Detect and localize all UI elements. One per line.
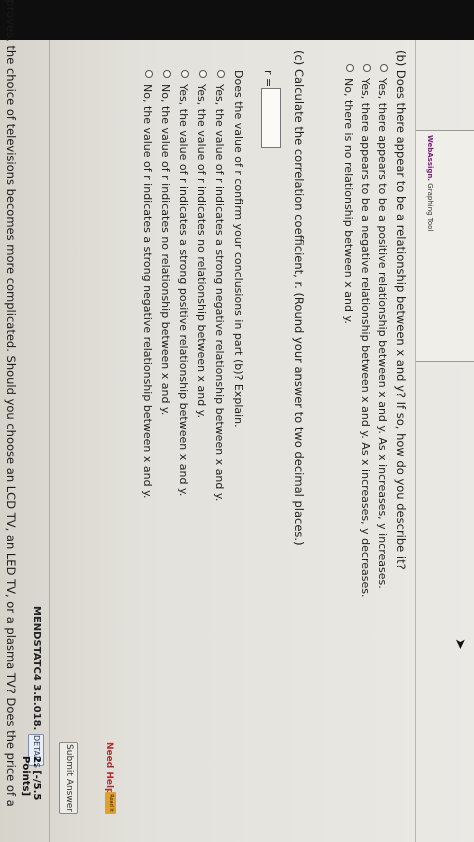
question-code: MENDSTATC4 3.E.018.: [31, 606, 42, 731]
part-b-option-1[interactable]: Yes, there appears to be a positive rela…: [376, 64, 389, 589]
part-c-option-3[interactable]: Yes, the value of r indicates a strong p…: [177, 70, 190, 496]
part-c-option-5[interactable]: No, the value of r indicates a strong ne…: [141, 70, 154, 499]
part-c-question: (c) Calculate the correlation coefficien…: [292, 50, 306, 546]
monitor-bezel: [0, 0, 474, 40]
graphing-tool-text: Graphing Tool: [426, 183, 434, 232]
part-b-question: (b) Does there appear to be a relationsh…: [394, 50, 408, 570]
webassign-page: WebAssign. Graphing Tool ➤ (b) Does ther…: [0, 0, 474, 842]
graphing-tool-label: WebAssign. Graphing Tool: [426, 135, 434, 231]
radio-button[interactable]: [346, 64, 354, 72]
panel-divider: [415, 40, 416, 842]
next-question-text: As technology improves, the choice of te…: [4, 0, 18, 807]
radio-button[interactable]: [181, 70, 189, 78]
radio-button[interactable]: [363, 64, 371, 72]
question-points: 2. [-/5.5 Points]: [20, 756, 42, 801]
radio-button[interactable]: [145, 70, 153, 78]
radio-button[interactable]: [380, 64, 388, 72]
part-b-option-3[interactable]: No, there is no relationship between x a…: [342, 64, 355, 324]
part-c-followup: Does the value of r confirm your conclus…: [232, 70, 245, 428]
part-c-option-1[interactable]: Yes, the value of r indicates a strong n…: [213, 70, 226, 501]
radio-button[interactable]: [217, 70, 225, 78]
mouse-cursor-icon: ➤: [452, 638, 468, 650]
radio-button[interactable]: [199, 70, 207, 78]
read-it-button[interactable]: Read It: [105, 792, 116, 814]
r-label: r =: [262, 70, 275, 88]
part-c-option-4[interactable]: No, the value of r indicates no relation…: [159, 70, 172, 415]
part-b-option-2[interactable]: Yes, there appears to be a negative rela…: [359, 64, 372, 597]
r-input[interactable]: [261, 88, 281, 148]
graphing-tool-panel[interactable]: WebAssign. Graphing Tool: [415, 130, 474, 362]
part-c-option-2[interactable]: Yes, the value of r indicates no relatio…: [195, 70, 208, 418]
submit-answer-button[interactable]: Submit Answer: [59, 742, 78, 814]
webassign-brand: WebAssign.: [426, 135, 434, 182]
question-separator: [49, 40, 50, 842]
radio-button[interactable]: [163, 70, 171, 78]
